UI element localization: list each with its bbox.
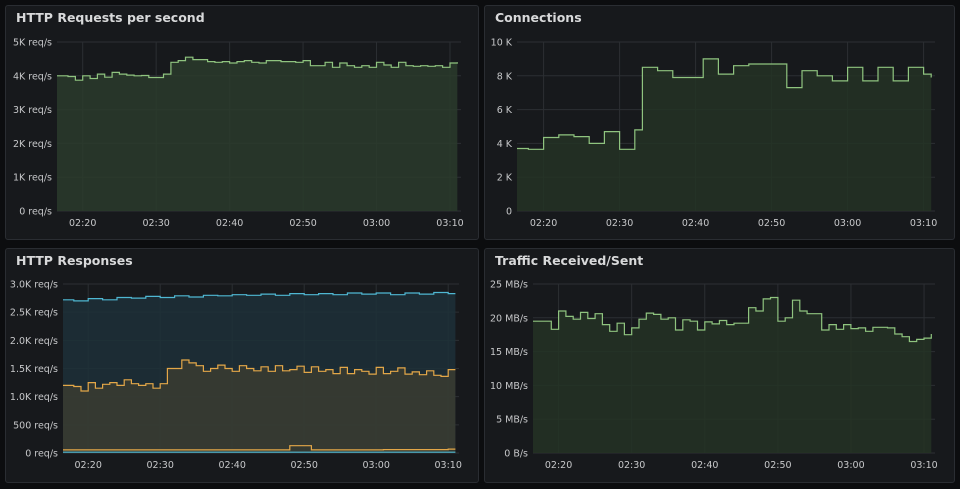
- x-tick-label: 02:40: [682, 218, 709, 229]
- panel-connections: Connections 02 K4 K6 K8 K 10 K 02:20 02:30 0…: [484, 5, 955, 240]
- x-tick-label: 02:30: [618, 460, 645, 471]
- y-tick-label: 2.0K req/s: [10, 336, 58, 347]
- series-area-0: [57, 57, 458, 212]
- y-tick-label: 1.0K req/s: [10, 392, 58, 403]
- x-tick-label: 02:50: [291, 460, 318, 471]
- x-tick-label: 03:10: [910, 218, 937, 229]
- x-tick-label: 03:00: [363, 218, 390, 229]
- y-tick-label: 6 K: [497, 105, 513, 116]
- y-tick-label: 4K req/s: [13, 71, 52, 82]
- chart-http-responses: 0 req/s 500 req/s 1.0K req/s 1.5K req/s 2.0K…: [10, 280, 462, 472]
- x-tick-label: 02:40: [219, 460, 246, 471]
- y-tick-label: 10 MB/s: [490, 381, 528, 392]
- y-tick-label: 0: [506, 207, 512, 218]
- panel-http-requests: HTTP Requests per second 0 req/s 1K req/s…: [5, 5, 479, 240]
- x-tick-label: 02:20: [69, 218, 96, 229]
- y-tick-label: 3K req/s: [13, 105, 52, 116]
- x-tick-label: 02:40: [216, 218, 243, 229]
- x-tick-label: 03:10: [435, 460, 462, 471]
- y-tick-label: 2.5K req/s: [10, 308, 58, 319]
- x-tick-label: 02:20: [545, 460, 572, 471]
- y-tick-label: 2 K: [497, 173, 513, 184]
- x-tick-label: 02:30: [606, 218, 633, 229]
- y-tick-label: 8 K: [497, 71, 513, 82]
- y-tick-label: 25 MB/s: [490, 280, 528, 291]
- x-tick-label: 02:50: [764, 460, 791, 471]
- y-tick-label: 3.0K req/s: [10, 280, 58, 291]
- x-tick-label: 02:30: [147, 460, 174, 471]
- x-tick-label: 02:20: [75, 460, 102, 471]
- chart-connections: 0 2 K 4 K 6 K 8 K 10 K 02:20 02:30 02:40 02:50 03:…: [491, 38, 938, 230]
- x-tick-label: 03:00: [363, 460, 390, 471]
- x-tick-label: 02:40: [691, 460, 718, 471]
- series-area-0: [517, 58, 932, 212]
- y-tick-label: 2K req/s: [13, 139, 52, 150]
- x-tick-label: 03:10: [436, 218, 463, 229]
- chart-http-requests: 0 req/s 1K req/s 2K req/s 3K req/s 4K req/s 5…: [13, 38, 464, 230]
- y-tick-label: 5K req/s: [13, 38, 52, 49]
- x-tick-label: 03:00: [837, 460, 864, 471]
- x-tick-label: 02:50: [289, 218, 316, 229]
- y-tick-label: 20 MB/s: [490, 313, 528, 324]
- y-tick-label: 10 K: [491, 38, 513, 49]
- y-tick-label: 5 MB/s: [496, 415, 528, 426]
- y-tick-label: 0 req/s: [25, 449, 58, 460]
- panel-http-responses: HTTP Responses 0 req/s 500 req/s 1.0K req/…: [5, 248, 479, 483]
- x-tick-label: 02:20: [530, 218, 557, 229]
- x-tick-label: 02:30: [142, 218, 169, 229]
- chart-traffic: 0 B/s 5 MB/s 10 MB/s 15 MB/s 20 MB/s 25 MB/s 0…: [490, 280, 938, 472]
- y-tick-label: 500 req/s: [13, 420, 58, 431]
- y-tick-label: 1.5K req/s: [10, 364, 58, 375]
- series-area-0: [533, 297, 932, 453]
- y-tick-label: 15 MB/s: [490, 347, 528, 358]
- y-tick-label: 4 K: [497, 139, 513, 150]
- x-tick-label: 03:10: [910, 460, 937, 471]
- x-tick-label: 03:00: [834, 218, 861, 229]
- y-tick-label: 0 req/s: [19, 207, 52, 218]
- x-tick-label: 02:50: [758, 218, 785, 229]
- y-tick-label: 0 B/s: [504, 449, 528, 460]
- panel-traffic: Traffic Received/Sent 0 B/s 5 MB/s 10 MB/s…: [484, 248, 955, 483]
- y-tick-label: 1K req/s: [13, 173, 52, 184]
